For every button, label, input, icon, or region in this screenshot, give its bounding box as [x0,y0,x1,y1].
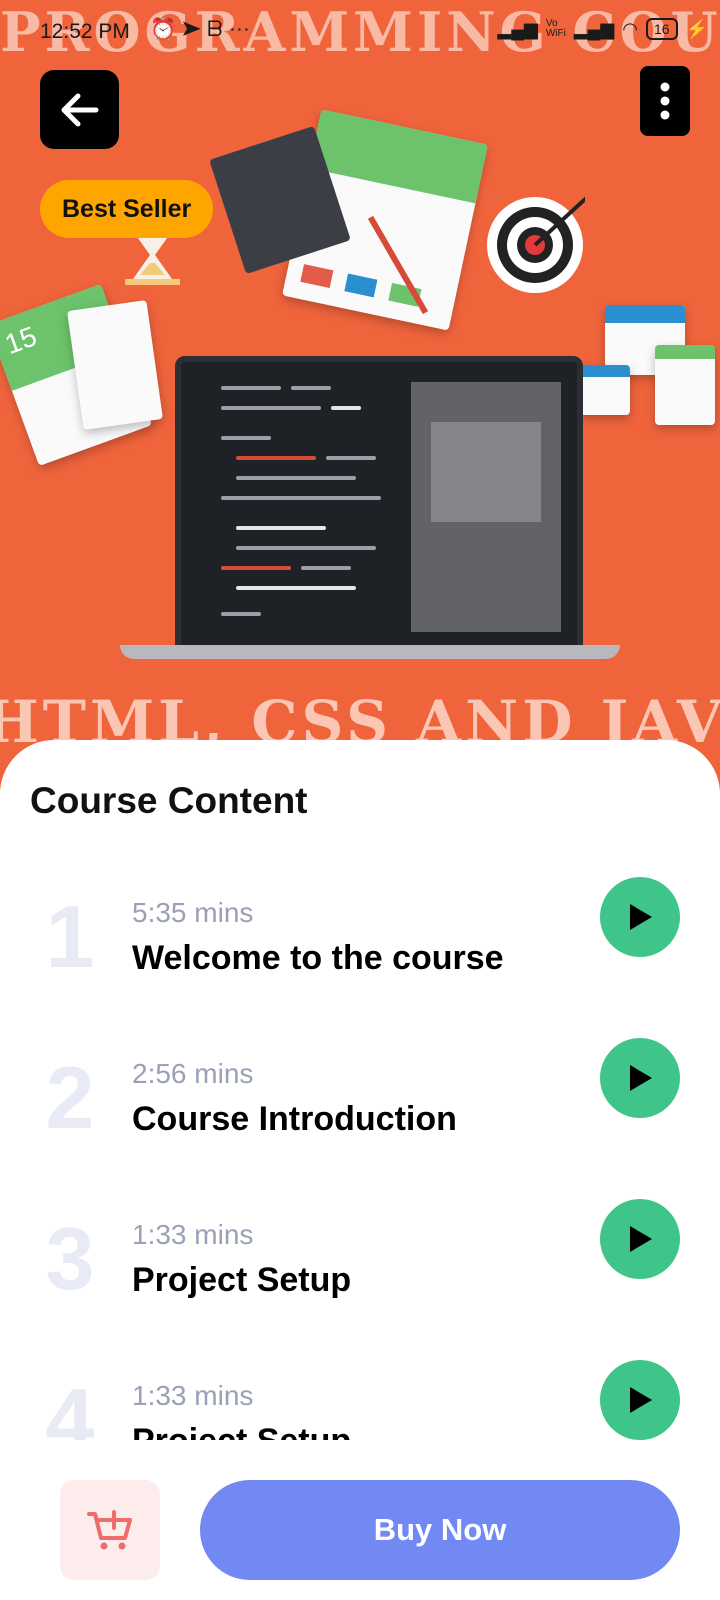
lesson-number: 3 [45,1209,95,1308]
notification-icons: ⏰➤ᗷ⋯ [150,18,256,42]
play-button[interactable] [600,1199,680,1279]
more-options-button[interactable] [640,66,690,136]
signal-icon: ▂▄▆ [497,18,538,39]
best-seller-badge: Best Seller [40,180,214,238]
status-time: 12:52 PM [40,20,130,43]
charging-icon: ⚡ [685,18,708,39]
telegram-icon: ➤ [182,18,208,41]
more-vertical-icon [660,82,670,120]
system-icons: ▂▄▆ Vo WiFi ▂▄▆ ◠ 16 ⚡ [497,18,708,40]
wifi-icon: ◠ [622,18,638,39]
play-icon [630,1226,652,1252]
play-button[interactable] [600,1360,680,1440]
lesson-duration: 2:56 mins [132,1058,254,1089]
more-icon: ⋯ [228,18,256,41]
status-bar: 12:52 PM ⏰➤ᗷ⋯ ▂▄▆ Vo WiFi ▂▄▆ ◠ 16 ⚡ [0,0,720,70]
add-to-cart-button[interactable] [60,1480,160,1580]
lesson-title: Welcome to the course [132,939,504,977]
browser-window-illustration-small [580,365,630,415]
laptop-screen-illustration [175,356,583,658]
target-illustration [485,188,597,295]
lesson-number: 2 [45,1048,95,1147]
bottom-action-bar: Buy Now [0,1440,720,1600]
browser-window-illustration-right [655,345,715,425]
play-icon [630,1387,652,1413]
lesson-title: Course Introduction [132,1100,457,1138]
alarm-icon: ⏰ [150,18,183,41]
play-icon [630,1065,652,1091]
play-icon [630,904,652,930]
back-button[interactable] [40,70,119,149]
play-button[interactable] [600,877,680,957]
lesson-duration: 1:33 mins [132,1380,254,1411]
add-to-cart-icon [87,1510,132,1550]
app-icon: ᗷ [207,18,229,41]
paper-illustration [67,300,163,430]
lesson-item[interactable]: 2 2:56 mins Course Introduction [0,1038,720,1178]
signal-icon-2: ▂▄▆ [573,18,615,39]
lesson-duration: 5:35 mins [132,897,254,928]
laptop-base-illustration [120,645,620,659]
course-content-title: Course Content [30,780,308,821]
lesson-duration: 1:33 mins [132,1219,254,1250]
lesson-number: 1 [45,887,95,986]
buy-now-button[interactable]: Buy Now [200,1480,680,1580]
vowifi-icon: Vo WiFi [545,18,566,39]
play-button[interactable] [600,1038,680,1118]
lesson-item[interactable]: 1 5:35 mins Welcome to the course [0,877,720,1017]
arrow-left-icon [61,93,98,126]
lesson-item[interactable]: 3 1:33 mins Project Setup [0,1199,720,1339]
battery-icon: 16 [646,18,678,40]
course-hero-image: PROGRAMMING COURSE 15 [0,0,720,790]
lesson-title: Project Setup [132,1261,352,1299]
